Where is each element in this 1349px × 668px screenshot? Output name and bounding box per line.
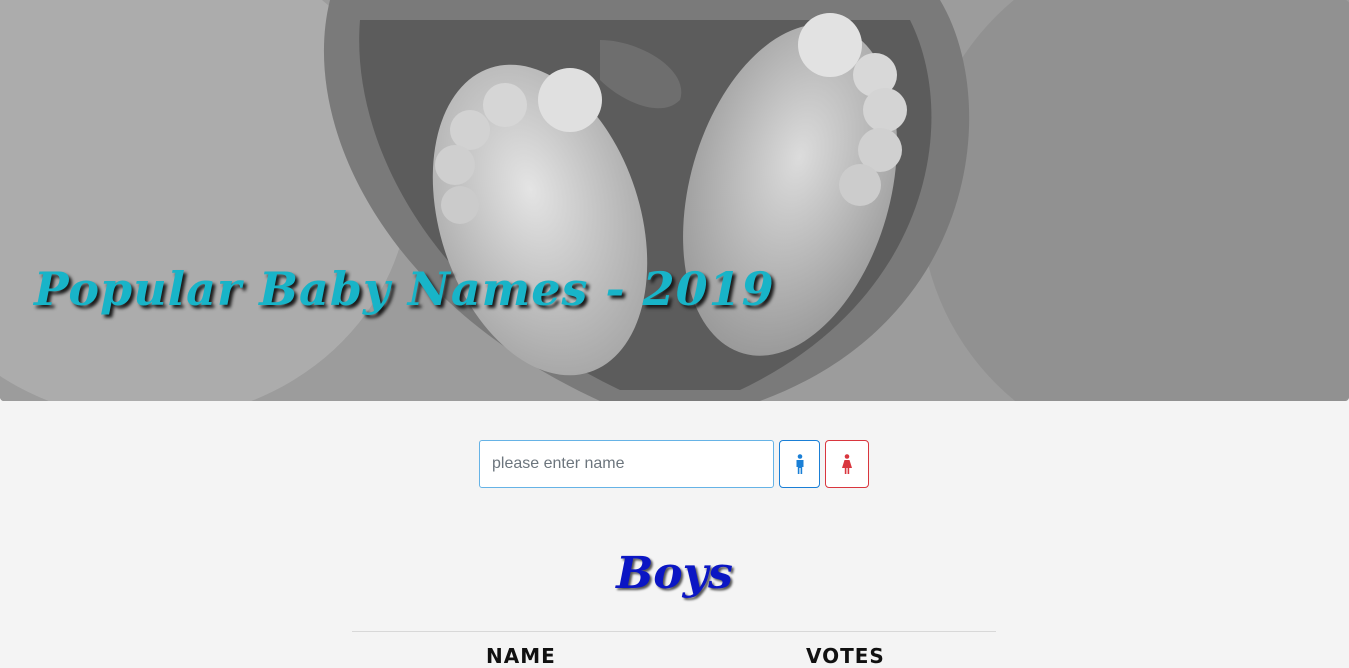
name-search-bar xyxy=(479,440,869,488)
hero-banner: Popular Baby Names - 2019 xyxy=(0,0,1349,401)
name-search-input[interactable] xyxy=(479,440,774,488)
section-heading-boys: Boys xyxy=(616,548,733,599)
column-header-votes: VOTES xyxy=(806,644,885,668)
page-title: Popular Baby Names - 2019 xyxy=(34,262,775,316)
section-divider xyxy=(352,631,996,632)
boy-filter-button[interactable] xyxy=(779,440,820,488)
column-header-name: NAME xyxy=(486,644,556,668)
girl-filter-button[interactable] xyxy=(825,440,869,488)
male-icon xyxy=(796,454,803,474)
baby-feet-photo xyxy=(0,0,1349,401)
female-icon xyxy=(842,454,852,474)
